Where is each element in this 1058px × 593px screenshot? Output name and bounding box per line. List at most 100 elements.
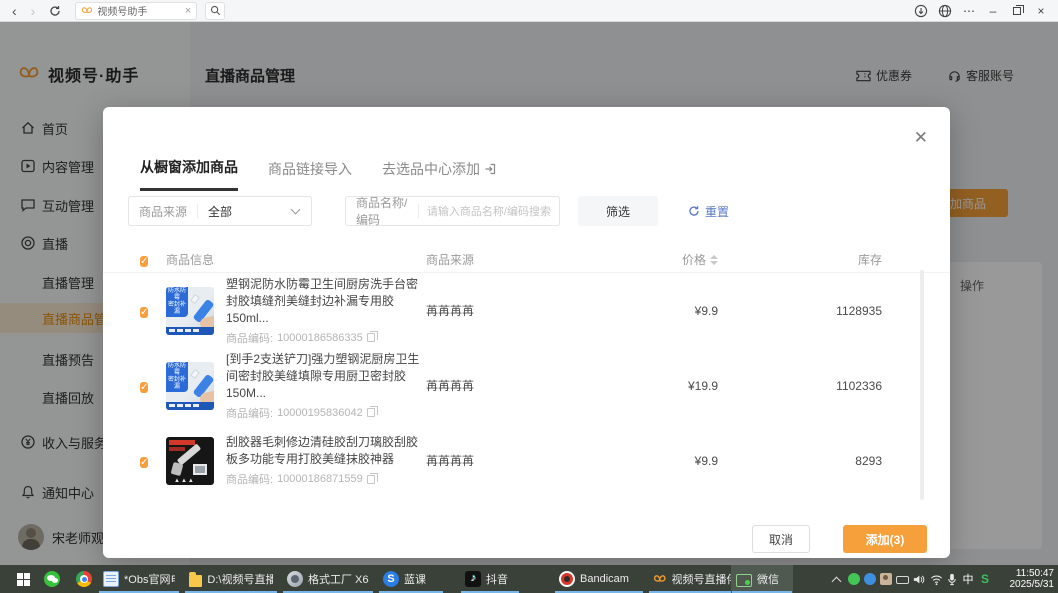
- sort-icon[interactable]: [710, 255, 718, 265]
- wechat-icon: [44, 571, 60, 587]
- taskbar-app-bandicam[interactable]: Bandicam: [554, 565, 644, 593]
- modal-scrollbar[interactable]: [920, 270, 924, 500]
- product-table: ✓ 防水防霉密封补漏 塑钢泥防水防霉卫生间厨房洗手台密封胶填缝剂美缝封边补漏专用…: [103, 273, 950, 498]
- product-source: 苒苒苒苒: [426, 302, 576, 319]
- start-button[interactable]: [8, 565, 38, 593]
- volume-icon[interactable]: [910, 565, 926, 593]
- name-search-input[interactable]: 商品名称/编码 请输入商品名称/编码搜索: [345, 196, 560, 226]
- tray-app-icon[interactable]: [862, 565, 877, 593]
- reset-label: 重置: [705, 203, 729, 220]
- close-icon[interactable]: ✕: [914, 129, 928, 146]
- taskbar-clock[interactable]: 11:50:47 2025/5/31: [990, 568, 1054, 590]
- product-source: 苒苒苒苒: [426, 452, 576, 469]
- format-factory-icon: [287, 571, 303, 587]
- add-goods-modal: ✕ 从橱窗添加商品 商品链接导入 去选品中心添加 商品来源 全部 商品名称/编码…: [103, 107, 950, 558]
- channels-logo-icon: [653, 572, 667, 587]
- taskbar-app-label: 抖音: [486, 571, 508, 587]
- taskbar-app-label: 蓝课: [404, 571, 426, 587]
- download-icon[interactable]: [912, 2, 930, 20]
- window-minimize-button[interactable]: –: [984, 2, 1002, 20]
- browser-refresh-button[interactable]: [49, 5, 61, 17]
- browser-bar: ‹ › 视频号助手 × ⋯ – ×: [0, 0, 1058, 22]
- taskbar-app-folder[interactable]: D:\视频号直播...: [184, 565, 278, 593]
- taskbar-app-label: 格式工厂 X64 ...: [308, 571, 369, 587]
- tab-import-by-link[interactable]: 商品链接导入: [268, 157, 352, 191]
- column-header-price[interactable]: 价格: [576, 251, 718, 268]
- taskbar-wechat-button[interactable]: [38, 565, 66, 593]
- product-code: 商品编码:10000186871559: [226, 471, 426, 487]
- chrome-icon: [76, 571, 92, 587]
- taskbar-chrome-button[interactable]: [70, 565, 98, 593]
- product-title: 刮胶器毛刺修边清硅胶刮刀璃胶刮胶板多功能专用打胶美缝抹胶神器: [226, 434, 426, 468]
- product-price: ¥9.9: [576, 304, 718, 318]
- table-row: ✓ 防水防霉密封补漏 塑钢泥防水防霉卫生间厨房洗手台密封胶填缝剂美缝封边补漏专用…: [103, 273, 950, 348]
- tab-label: 从橱窗添加商品: [140, 157, 238, 177]
- column-header-info: 商品信息: [166, 251, 426, 268]
- search-icon: [210, 5, 221, 16]
- browser-search-button[interactable]: [205, 2, 225, 20]
- taskbar-app-douyin[interactable]: ♪ 抖音: [460, 565, 520, 593]
- tab-label: 去选品中心添加: [382, 159, 480, 179]
- product-image: 防水防霉密封补漏: [166, 362, 214, 410]
- tray-avatar-icon[interactable]: [878, 565, 893, 593]
- browser-tab[interactable]: 视频号助手 ×: [75, 2, 197, 20]
- source-filter-select[interactable]: 商品来源 全部: [128, 196, 312, 226]
- tab-title: 视频号助手: [97, 3, 185, 18]
- lanke-icon: S: [383, 571, 399, 587]
- windows-icon: [17, 573, 30, 586]
- product-stock: 1128935: [718, 304, 882, 318]
- copy-icon[interactable]: [367, 475, 375, 484]
- clock-time: 11:50:47: [990, 568, 1054, 579]
- taskbar-app-obs-doc[interactable]: *Obs官网电脑...: [98, 565, 180, 593]
- copy-icon[interactable]: [367, 408, 375, 417]
- chevron-up-icon: [831, 576, 841, 586]
- tab-add-from-showcase[interactable]: 从橱窗添加商品: [140, 157, 238, 191]
- taskbar-app-label: 微信: [757, 571, 779, 587]
- ime-indicator[interactable]: 中: [960, 565, 976, 593]
- taskbar-app-formatfactory[interactable]: 格式工厂 X64 ...: [282, 565, 374, 593]
- tray-expand-button[interactable]: [828, 565, 844, 593]
- clock-date: 2025/5/31: [990, 579, 1054, 590]
- notepad-icon: [103, 571, 119, 587]
- window-restore-button[interactable]: [1008, 2, 1026, 20]
- product-image: ▲▲▲: [166, 437, 214, 485]
- tab-close-icon[interactable]: ×: [185, 5, 191, 17]
- product-stock: 1102336: [718, 379, 882, 393]
- search-placeholder: 请输入商品名称/编码搜索: [419, 203, 559, 219]
- row-checkbox[interactable]: ✓: [140, 307, 148, 318]
- taskbar-app-lanke[interactable]: S 蓝课: [378, 565, 444, 593]
- product-price: ¥19.9: [576, 379, 718, 393]
- globe-icon[interactable]: [936, 2, 954, 20]
- product-stock: 8293: [718, 454, 882, 468]
- tab-label: 商品链接导入: [268, 159, 352, 179]
- table-row: ✓ ▲▲▲ 刮胶器毛刺修边清硅胶刮刀璃胶刮胶板多功能专用打胶美缝抹胶神器 商品编…: [103, 423, 950, 498]
- confirm-add-button[interactable]: 添加(3): [843, 525, 927, 553]
- row-checkbox[interactable]: ✓: [140, 382, 148, 393]
- tray-device-icon[interactable]: [894, 565, 910, 593]
- tab-goto-selection-center[interactable]: 去选品中心添加: [382, 157, 496, 191]
- product-price: ¥9.9: [576, 454, 718, 468]
- row-checkbox[interactable]: ✓: [140, 457, 148, 468]
- select-all-checkbox[interactable]: ✓: [140, 256, 148, 267]
- cancel-button[interactable]: 取消: [752, 525, 810, 553]
- product-title: 塑钢泥防水防霉卫生间厨房洗手台密封胶填缝剂美缝封边补漏专用胶150ml...: [226, 276, 426, 327]
- tray-wechat-icon[interactable]: [846, 565, 861, 593]
- source-filter-value: 全部: [198, 203, 292, 220]
- browser-forward-button[interactable]: ›: [31, 1, 36, 21]
- window-close-button[interactable]: ×: [1032, 2, 1050, 20]
- folder-icon: [189, 575, 202, 587]
- copy-icon[interactable]: [367, 333, 375, 342]
- browser-menu-icon[interactable]: ⋯: [960, 2, 978, 20]
- taskbar: *Obs官网电脑... D:\视频号直播... 格式工厂 X64 ... S 蓝…: [0, 565, 1058, 593]
- product-code: 商品编码:10000195836042: [226, 405, 426, 421]
- price-header-label: 价格: [682, 251, 706, 268]
- network-icon[interactable]: [928, 565, 944, 593]
- browser-back-button[interactable]: ‹: [12, 1, 17, 21]
- microphone-icon[interactable]: [944, 565, 960, 593]
- filter-button[interactable]: 筛选: [578, 196, 658, 226]
- reset-button[interactable]: 重置: [688, 203, 729, 220]
- product-source: 苒苒苒苒: [426, 377, 576, 394]
- source-filter-label: 商品来源: [129, 203, 197, 220]
- reset-icon: [688, 205, 700, 217]
- taskbar-app-weixin-active[interactable]: 微信: [731, 565, 793, 593]
